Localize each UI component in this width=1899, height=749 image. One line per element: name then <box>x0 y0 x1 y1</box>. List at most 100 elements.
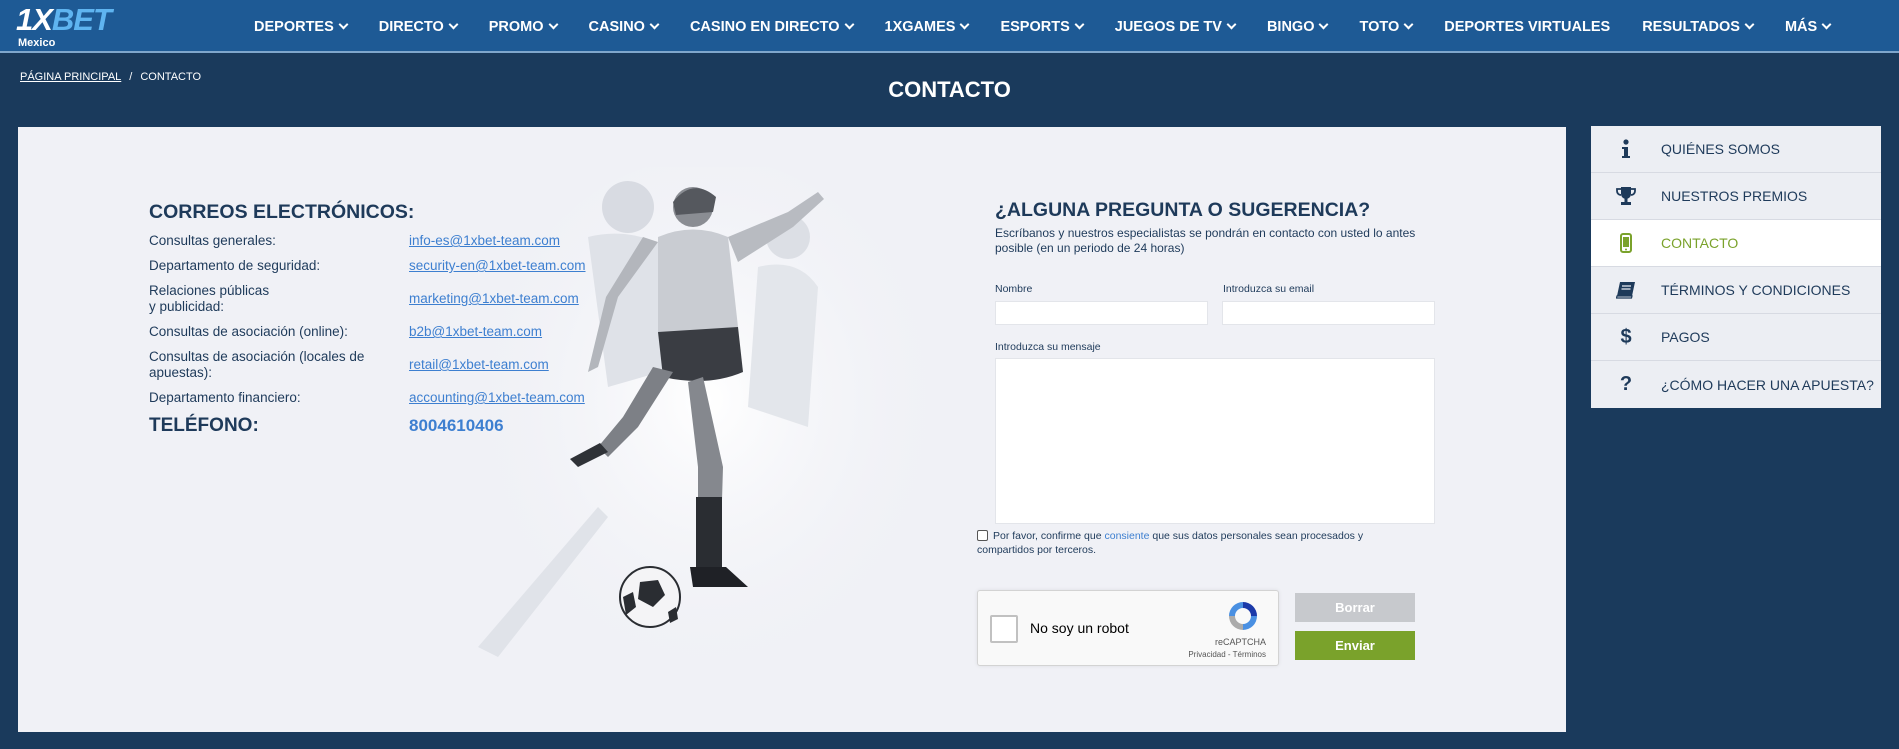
chevron-down-icon <box>1744 19 1755 30</box>
chevron-down-icon <box>1319 19 1329 30</box>
email-input[interactable] <box>1222 301 1435 325</box>
nav-item-deportes[interactable]: DEPORTES <box>254 18 349 35</box>
question-icon: ? <box>1619 373 1633 395</box>
nav-item-mas[interactable]: MÁS <box>1784 18 1832 35</box>
email-link[interactable]: accounting@1xbet-team.com <box>409 390 585 406</box>
nav-label: DEPORTES <box>254 18 334 35</box>
nav-label: PROMO <box>488 18 544 35</box>
sidebar-item-quienes-somos[interactable]: QUIÉNES SOMOS <box>1591 126 1881 173</box>
send-button[interactable]: Enviar <box>1295 631 1415 660</box>
email-row-marketing: Relaciones públicas y publicidad: market… <box>149 283 669 315</box>
nav-item-directo[interactable]: DIRECTO <box>378 18 459 35</box>
nav-label: JUEGOS DE TV <box>1114 18 1222 35</box>
sidebar-item-terminos[interactable]: TÉRMINOS Y CONDICIONES <box>1591 267 1881 314</box>
phone-number[interactable]: 8004610406 <box>409 416 504 436</box>
page-title: CONTACTO <box>888 77 1011 102</box>
nav-item-casino[interactable]: CASINO <box>588 18 660 35</box>
consent-link[interactable]: consiente <box>1104 530 1149 542</box>
chevron-down-icon <box>1403 19 1414 30</box>
name-field-label: Nombre <box>995 283 1033 295</box>
email-row-b2b: Consultas de asociación (online): b2b@1x… <box>149 324 669 340</box>
message-textarea[interactable] <box>995 358 1435 524</box>
form-heading: ¿ALGUNA PREGUNTA O SUGERENCIA? <box>995 199 1371 221</box>
chevron-down-icon <box>1074 19 1085 30</box>
sidebar-item-nuestros-premios[interactable]: NUESTROS PREMIOS <box>1591 173 1881 220</box>
emails-section: CORREOS ELECTRÓNICOS: Consultas generale… <box>149 201 669 437</box>
email-row-security: Departamento de seguridad: security-en@1… <box>149 258 669 274</box>
email-label: Departamento financiero: <box>149 390 301 405</box>
nav-label: RESULTADOS <box>1642 18 1740 35</box>
nav-label: TOTO <box>1359 18 1400 35</box>
nav-label: CASINO EN DIRECTO <box>689 18 840 35</box>
name-input[interactable] <box>995 301 1208 325</box>
recaptcha-checkbox[interactable] <box>990 615 1018 643</box>
emails-heading: CORREOS ELECTRÓNICOS: <box>149 201 415 223</box>
chevron-down-icon <box>338 19 349 30</box>
logo-wordmark: 1XBET <box>16 2 112 37</box>
nav-item-promo[interactable]: PROMO <box>488 18 558 35</box>
chevron-down-icon <box>844 19 854 30</box>
email-label: Consultas de asociación (online): <box>149 324 348 339</box>
sidebar-item-contacto[interactable]: CONTACTO <box>1591 220 1881 267</box>
email-row-retail: Consultas de asociación (locales de apue… <box>149 349 669 381</box>
nav-label: CASINO <box>588 18 645 35</box>
recaptcha-brand: reCAPTCHA <box>1214 637 1266 647</box>
dollar-icon: $ <box>1620 325 1632 348</box>
email-label: Consultas generales: <box>149 233 276 248</box>
site-logo[interactable]: 1XBET Mexico <box>16 2 112 50</box>
logo-region: Mexico <box>18 37 56 49</box>
mobile-phone-icon <box>1591 233 1661 253</box>
logo-main-text: 1X <box>16 2 53 37</box>
chevron-down-icon <box>960 19 970 30</box>
nav-item-casino-en-directo[interactable]: CASINO EN DIRECTO <box>689 18 854 35</box>
email-label: Consultas de asociación (locales de apue… <box>149 349 365 380</box>
sidebar-item-pagos[interactable]: $ PAGOS <box>1591 314 1881 361</box>
phone-row: TELÉFONO: 8004610406 <box>149 415 669 437</box>
email-row-general: Consultas generales: info-es@1xbet-team.… <box>149 233 669 249</box>
nav-item-1xgames[interactable]: 1XGAMES <box>884 18 970 35</box>
recaptcha-links[interactable]: Privacidad - Términos <box>1188 650 1266 659</box>
nav-item-juegos-de-tv[interactable]: JUEGOS DE TV <box>1114 18 1237 35</box>
nav-item-deportes-virtuales[interactable]: DEPORTES VIRTUALES <box>1444 19 1610 35</box>
chevron-down-icon <box>649 19 660 30</box>
recaptcha-logo-icon <box>1229 602 1257 630</box>
email-link[interactable]: marketing@1xbet-team.com <box>409 291 579 307</box>
contact-form-header: ¿ALGUNA PREGUNTA O SUGERENCIA? Escríbano… <box>995 199 1455 256</box>
nav-item-resultados[interactable]: RESULTADOS <box>1642 18 1755 35</box>
nav-label: DIRECTO <box>378 18 444 35</box>
nav-label: 1XGAMES <box>884 18 956 35</box>
email-link[interactable]: info-es@1xbet-team.com <box>409 233 560 249</box>
sidebar-item-label: PAGOS <box>1661 329 1710 345</box>
sidebar-item-como-apostar[interactable]: ? ¿CÓMO HACER UNA APUESTA? <box>1591 361 1881 408</box>
email-label: Relaciones públicas y publicidad: <box>149 283 270 314</box>
nav-item-toto[interactable]: TOTO <box>1359 18 1414 35</box>
email-link[interactable]: retail@1xbet-team.com <box>409 357 549 373</box>
message-field-label: Introduzca su mensaje <box>995 341 1101 353</box>
info-sidebar: QUIÉNES SOMOS NUESTROS PREMIOS CONTACTO … <box>1591 126 1881 408</box>
nav-label: MÁS <box>1784 18 1818 35</box>
email-link[interactable]: b2b@1xbet-team.com <box>409 324 542 340</box>
chevron-down-icon <box>1821 19 1832 30</box>
trophy-icon <box>1591 186 1661 206</box>
sidebar-item-label: TÉRMINOS Y CONDICIONES <box>1661 282 1851 298</box>
sidebar-item-label: ¿CÓMO HACER UNA APUESTA? <box>1661 376 1874 393</box>
nav-item-esports[interactable]: ESPORTS <box>1000 18 1085 35</box>
email-row-finance: Departamento financiero: accounting@1xbe… <box>149 390 669 406</box>
chevron-down-icon <box>548 19 558 30</box>
nav-item-bingo[interactable]: BINGO <box>1267 19 1329 35</box>
book-icon <box>1591 281 1661 299</box>
clear-button[interactable]: Borrar <box>1295 593 1415 622</box>
chevron-down-icon <box>1226 19 1237 30</box>
consent-checkbox[interactable] <box>977 530 988 541</box>
sidebar-item-label: CONTACTO <box>1661 235 1739 251</box>
email-link[interactable]: security-en@1xbet-team.com <box>409 258 586 274</box>
logo-bet-text: BET <box>51 2 112 37</box>
nav-label: ESPORTS <box>1000 18 1070 35</box>
info-icon <box>1591 139 1661 159</box>
form-subtitle: Escríbanos y nuestros especialistas se p… <box>995 226 1416 255</box>
sidebar-item-label: NUESTROS PREMIOS <box>1661 188 1808 204</box>
chevron-down-icon <box>448 19 459 30</box>
recaptcha-label: No soy un robot <box>1030 620 1129 636</box>
nav-label: DEPORTES VIRTUALES <box>1444 18 1611 35</box>
recaptcha-widget: No soy un robot reCAPTCHA Privacidad - T… <box>977 590 1279 666</box>
